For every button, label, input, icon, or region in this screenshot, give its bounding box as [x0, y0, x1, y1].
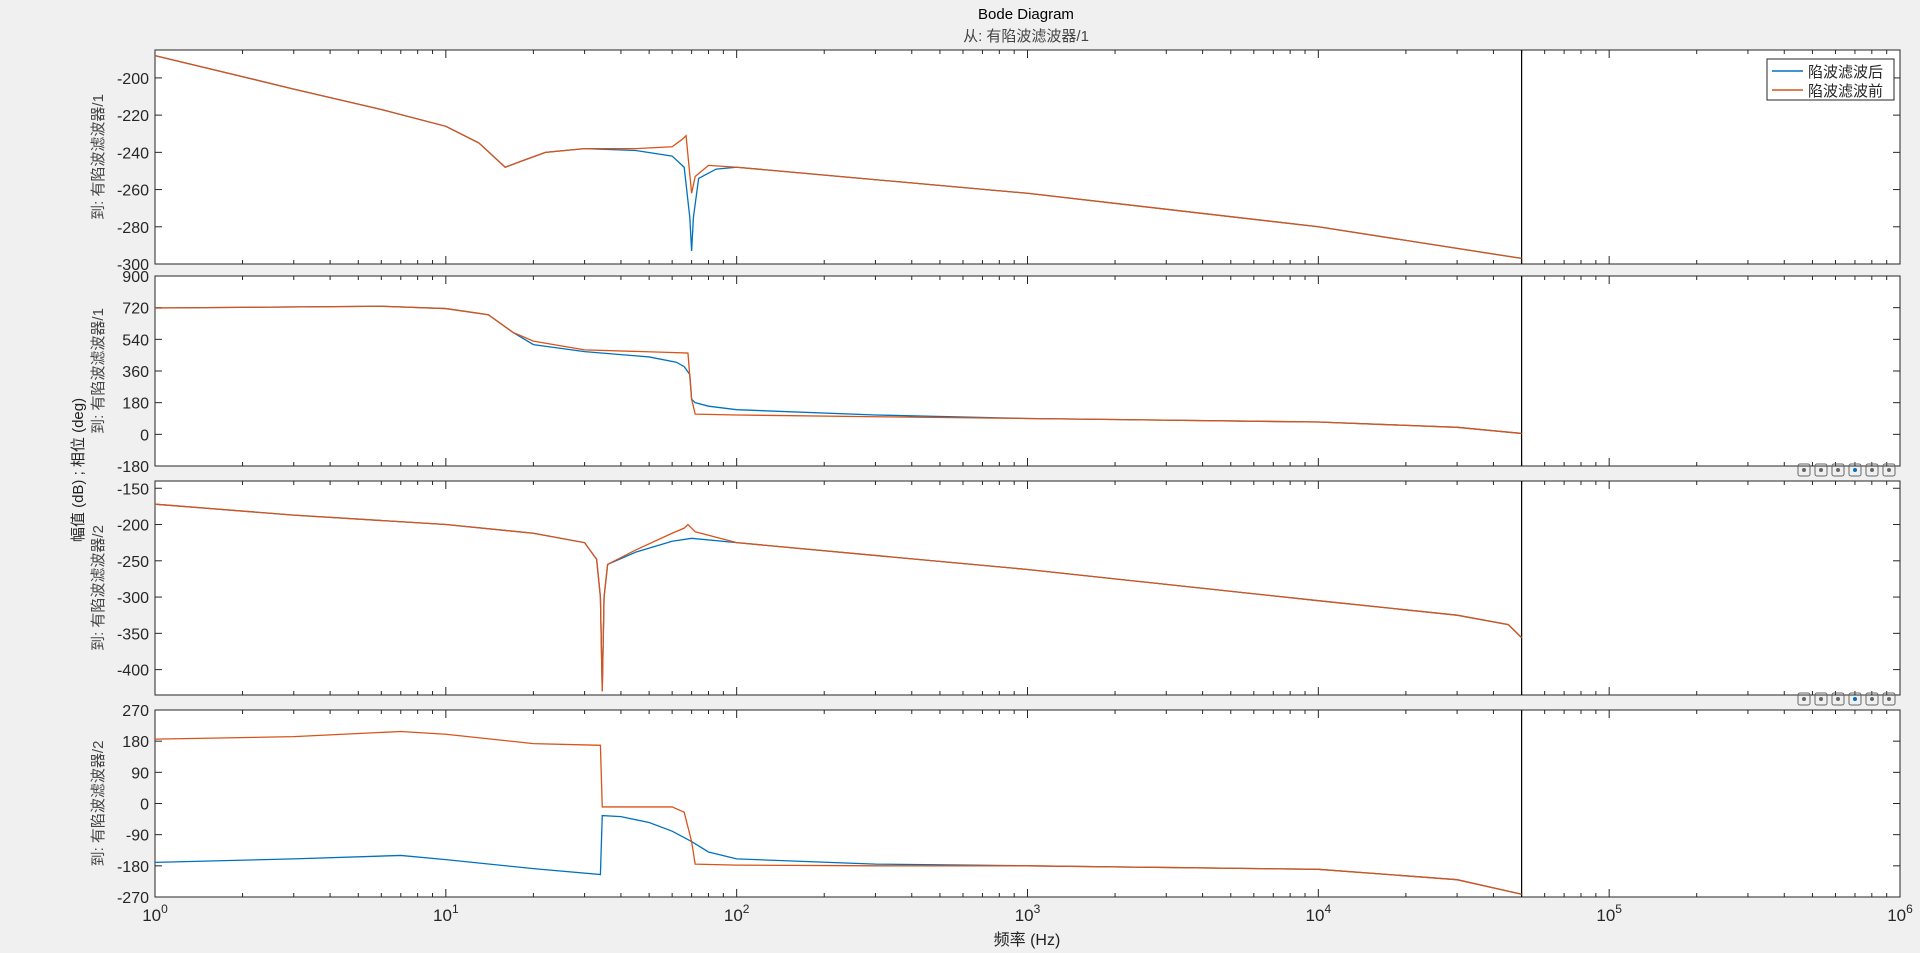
y-tick-label: -270	[117, 890, 149, 907]
y-tick-label: -200	[117, 518, 149, 535]
y-tick-label: 0	[140, 427, 149, 444]
chart-title: Bode Diagram	[978, 6, 1074, 23]
y-tick-label: 180	[122, 734, 149, 751]
panel-y-label: 到: 有陷波滤波器/1	[90, 94, 107, 220]
y-tick-label: 360	[122, 364, 149, 381]
bode-figure: Bode Diagram 从: 有陷波滤波器/1 幅值 (dB) ; 相位 (d…	[0, 0, 1920, 953]
legend-entry: 陷波滤波前	[1808, 83, 1883, 100]
panel-y-label: 到: 有陷波滤波器/2	[90, 741, 107, 867]
y-tick-label: -350	[117, 626, 149, 643]
axes-box[interactable]	[154, 709, 1901, 898]
x-axis-label: 频率 (Hz)	[994, 931, 1061, 949]
shared-y-label: 幅值 (dB) ; 相位 (deg)	[70, 398, 87, 542]
y-tick-label: -400	[117, 663, 149, 680]
chart-subtitle: 从: 有陷波滤波器/1	[963, 28, 1089, 45]
y-tick-label: -220	[117, 108, 149, 125]
panel-mag1[interactable]: -200-220-240-260-280-300到: 有陷波滤波器/1	[90, 49, 1901, 274]
y-tick-label: 0	[140, 797, 149, 814]
axes-box[interactable]	[154, 275, 1901, 467]
panel-phase1[interactable]: 900 720 540 360 180 0 -180 到: 有陷波滤波器/1	[90, 269, 1901, 477]
panel-y-label: 到: 有陷波滤波器/2	[90, 525, 107, 651]
y-tick-label: 900	[122, 269, 149, 286]
axes-box[interactable]	[154, 49, 1901, 265]
y-tick-label: -180	[117, 459, 149, 476]
y-tick-label: 90	[131, 765, 149, 782]
panel-phase2[interactable]: 270 180 90 0 -90 -180 -270 到: 有陷波滤波器/2	[90, 703, 1901, 907]
panels-group: -200-220-240-260-280-300到: 有陷波滤波器/190072…	[90, 49, 1913, 925]
y-tick-label: -200	[117, 71, 149, 88]
y-tick-label: -180	[117, 859, 149, 876]
y-tick-label: 720	[122, 301, 149, 318]
panel-mag2[interactable]: -150 -200 -250 -300 -350 -400 到: 有陷波滤波器/2	[90, 480, 1901, 706]
y-tick-label: -300	[117, 590, 149, 607]
y-tick-label: 540	[122, 332, 149, 349]
y-tick-label: -280	[117, 220, 149, 237]
legend-entry: 陷波滤波后	[1808, 64, 1883, 81]
y-tick-label: 180	[122, 396, 149, 413]
axes-box[interactable]	[154, 480, 1901, 696]
y-tick-label: -250	[117, 554, 149, 571]
y-tick-label: -260	[117, 183, 149, 200]
y-tick-label: -240	[117, 145, 149, 162]
y-tick-label: -90	[126, 828, 149, 845]
y-tick-label: -150	[117, 481, 149, 498]
panel-y-label: 到: 有陷波滤波器/1	[90, 308, 107, 434]
y-tick-label: 270	[122, 703, 149, 720]
legend[interactable]: 陷波滤波后陷波滤波前	[1766, 58, 1895, 101]
